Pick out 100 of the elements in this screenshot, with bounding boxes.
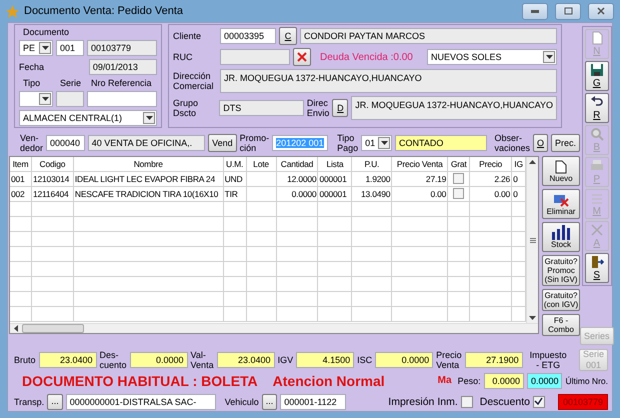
column-header[interactable]: Precio Venta	[392, 157, 448, 171]
table-cell: 12103014	[32, 172, 74, 186]
window-title: Documento Venta: Pedido Venta	[24, 5, 184, 17]
transport-label: Transp.	[14, 396, 44, 406]
column-header[interactable]: Nombre	[74, 157, 224, 171]
client-code-field[interactable]: 00003395	[220, 28, 276, 44]
status-text: Ma	[436, 375, 452, 386]
tax-field[interactable]: 0.0000	[526, 372, 562, 388]
action-button[interactable]: Eliminar	[542, 189, 580, 219]
discount-group-field[interactable]: DTS	[219, 100, 304, 116]
action-button[interactable]: Nuevo	[542, 156, 580, 186]
shipping-label: Direc Envio	[306, 98, 330, 118]
toolbar-button[interactable]: S	[584, 253, 609, 283]
table-cell: 000001	[318, 187, 352, 201]
print-label: Impresión Inm.	[388, 396, 458, 406]
table-cell: 002	[10, 187, 32, 201]
group-label: Documento	[22, 27, 70, 37]
payment-type-combo[interactable]: 01	[361, 135, 392, 151]
column-header[interactable]: U.M.	[224, 157, 247, 171]
last-number-label: Último Nro.	[565, 376, 608, 386]
promotion-label: Promo- ción	[240, 133, 270, 153]
vehicle-label: Vehiculo	[224, 396, 259, 406]
prices-button[interactable]: Prec.	[551, 134, 580, 152]
vehicle-button[interactable]: ...	[262, 394, 278, 410]
action-button[interactable]: Stock	[542, 222, 580, 252]
table-cell: 0.0000	[276, 187, 318, 201]
search-client-button[interactable]: C	[279, 27, 297, 45]
address-field[interactable]: JR. MOQUEGUA 1372-HUANCAYO,HUANCAYO	[220, 69, 557, 93]
action-button[interactable]: Gratuito? (con IGV)	[542, 289, 580, 311]
table-cell: 12116404	[32, 187, 74, 201]
table-cell: IDEAL LIGHT LEC EVAPOR FIBRA 24	[74, 172, 224, 186]
table-cell: 2.26	[470, 172, 512, 186]
vehicle-field[interactable]: 000001-1122	[280, 394, 346, 410]
observations-label: Obser- vaciones	[493, 133, 530, 153]
table-cell: 0.00	[392, 187, 448, 201]
total-field[interactable]: 27.1900	[464, 352, 523, 368]
action-button[interactable]: Gratuito? Promoc (Sin IGV)	[542, 255, 580, 286]
total-field[interactable]: 23.0400	[38, 352, 97, 368]
total-field[interactable]: 0.0000	[375, 352, 434, 368]
seller-label: Ven- dedor	[20, 133, 44, 153]
total-label: Val- Venta	[190, 350, 214, 370]
table-cell: NESCAFE TRADICION TIRA 10(16X10	[74, 187, 224, 201]
attention-text: Atencion Normal	[272, 372, 385, 388]
transport-button[interactable]: ...	[47, 394, 63, 410]
seller-code-field[interactable]: 000040	[46, 135, 85, 151]
date-label: Fecha	[19, 62, 46, 72]
seller-name-field[interactable]: 40 VENTA DE OFICINA,.	[88, 135, 206, 151]
total-field[interactable]: 23.0400	[216, 352, 275, 368]
debt-text: Deuda Vencida :0.00	[319, 52, 413, 62]
weight-label: Peso:	[458, 376, 481, 386]
column-header[interactable]: Precio	[470, 157, 512, 171]
total-label: Precio Venta	[436, 350, 462, 370]
total-field[interactable]: 0.0000	[130, 352, 188, 368]
column-header[interactable]: Cantidad	[276, 157, 318, 171]
total-label: Des- cuento	[100, 350, 127, 370]
weight-field[interactable]: 0.0000	[484, 372, 524, 388]
currency-combo[interactable]: NUEVOS SOLES	[427, 49, 557, 65]
discount-group-label: Grupo Dscto	[173, 98, 200, 118]
document-type-combo[interactable]: PE	[19, 40, 53, 56]
date-field[interactable]: 09/01/2013	[88, 59, 157, 75]
document-type-text: DOCUMENTO HABITUAL : BOLETA	[21, 372, 258, 388]
table-cell: 000001	[318, 172, 352, 186]
address-label: Dirección Comercial	[173, 71, 215, 91]
tax-label: Impuesto - ETG	[528, 350, 568, 370]
column-header[interactable]: Lista	[318, 157, 352, 171]
table-cell: TIR	[224, 187, 247, 201]
total-label: Bruto	[14, 354, 36, 364]
total-label: IGV	[278, 354, 294, 364]
total-label: ISC	[357, 354, 372, 364]
total-field[interactable]: 4.1500	[296, 352, 354, 368]
series-field[interactable]: 001	[56, 40, 84, 56]
transport-field[interactable]: 0000000001-DISTRALSA SAC-	[66, 394, 216, 410]
series-label: Serie	[60, 78, 82, 88]
column-header[interactable]: Codigo	[32, 157, 74, 171]
action-button[interactable]: F6 - Combo	[542, 314, 580, 336]
observations-button[interactable]: O	[533, 134, 548, 152]
toolbar-button[interactable]: G	[584, 61, 609, 91]
client-label: Cliente	[173, 31, 202, 41]
number-field[interactable]: 00103779	[87, 40, 157, 56]
table-cell: 0.00	[470, 187, 512, 201]
type-label: Tipo	[22, 78, 42, 88]
shipping-button[interactable]: D	[332, 99, 348, 117]
column-header[interactable]: Lote	[246, 157, 277, 171]
warehouse-combo[interactable]: ALMACEN CENTRAL(1)	[19, 110, 157, 126]
seller-button[interactable]: Vend	[208, 134, 237, 152]
reference-label: Nro Referencia	[91, 78, 152, 88]
table-cell: 27.19	[392, 172, 448, 186]
column-header[interactable]: P.U.	[352, 157, 392, 171]
table-cell: 13.0490	[352, 187, 392, 201]
payment-type-label: Tipo Pago	[336, 133, 358, 153]
ruc-label: RUC	[173, 52, 194, 62]
column-header[interactable]: Grat	[448, 157, 470, 171]
table-cell: 001	[10, 172, 32, 186]
payment-condition-field[interactable]: CONTADO	[395, 135, 488, 151]
client-name-field[interactable]: CONDORI PAYTAN MARCOS	[300, 28, 557, 44]
discount-label: Descuento	[478, 396, 530, 406]
toolbar-button[interactable]: R	[584, 93, 609, 123]
column-header[interactable]: Item	[10, 157, 32, 171]
table-cell: 1.9200	[352, 172, 392, 186]
shipping-address-field[interactable]: JR. MOQUEGUA 1372-HUANCAYO,HUANCAYO	[351, 96, 557, 120]
